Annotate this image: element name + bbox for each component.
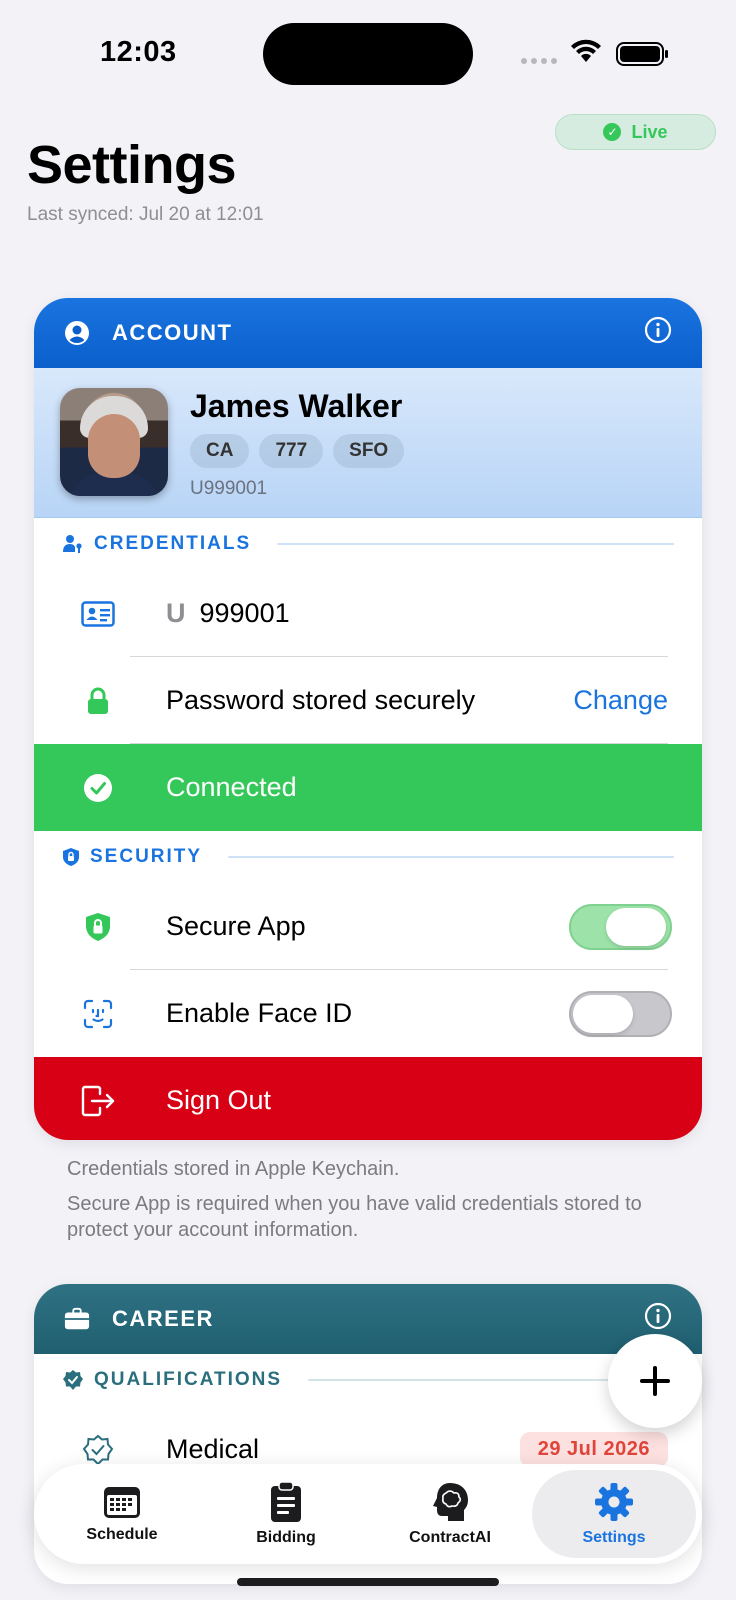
chip-base: SFO	[333, 434, 405, 468]
lock-icon	[70, 687, 126, 715]
verified-outline-icon	[70, 1434, 126, 1466]
status-time: 12:03	[100, 36, 177, 68]
password-status-label: Password stored securely	[166, 685, 476, 715]
medical-label: Medical	[166, 1434, 260, 1464]
chip-role: CA	[190, 434, 250, 468]
tab-schedule[interactable]: Schedule	[40, 1470, 204, 1558]
person-key-icon	[63, 535, 82, 553]
career-header-title: CAREER	[112, 1306, 214, 1331]
secure-app-footnote: Secure App is required when you have val…	[67, 1193, 642, 1241]
tab-contractai-label: ContractAI	[409, 1529, 491, 1546]
briefcase-icon	[64, 1306, 90, 1332]
connected-status-row: Connected	[34, 744, 702, 831]
person-circle-icon	[64, 320, 90, 346]
plus-icon	[640, 1366, 670, 1396]
profile-chips: CA 777 SFO	[190, 434, 405, 468]
id-card-icon	[70, 600, 126, 627]
secure-app-toggle[interactable]	[569, 903, 672, 950]
account-header: ACCOUNT	[34, 298, 702, 368]
connected-label: Connected	[166, 772, 297, 802]
info-icon[interactable]	[644, 316, 672, 350]
shield-lock-icon	[70, 912, 126, 942]
change-password-button[interactable]: Change	[573, 685, 668, 716]
secure-app-label: Secure App	[166, 911, 306, 941]
username-value: 999001	[199, 598, 290, 628]
tab-settings[interactable]: Settings	[532, 1470, 696, 1558]
secure-app-row: Secure App	[34, 883, 702, 970]
security-section-header: SECURITY	[34, 831, 702, 883]
battery-icon	[616, 42, 668, 66]
credentials-section-header: CREDENTIALS	[34, 518, 702, 570]
checkmark-icon: ✓	[603, 123, 622, 141]
tab-bidding-label: Bidding	[256, 1529, 316, 1546]
tab-bar: Schedule Bidding ContractAI Settings	[34, 1464, 702, 1564]
checkmark-circle-icon	[70, 773, 126, 803]
clipboard-icon	[271, 1481, 301, 1522]
shield-lock-icon	[63, 848, 79, 866]
profile-name: James Walker	[190, 388, 403, 424]
verified-badge-icon	[63, 1370, 83, 1390]
section-divider	[228, 856, 674, 858]
avatar	[60, 388, 168, 496]
profile-employee-id: U999001	[190, 478, 268, 499]
face-id-icon	[70, 999, 126, 1029]
chip-aircraft: 777	[259, 434, 324, 468]
tab-contractai[interactable]: ContractAI	[368, 1470, 532, 1558]
qualifications-section-title: QUALIFICATIONS	[94, 1369, 283, 1390]
credentials-section-title: CREDENTIALS	[94, 533, 252, 554]
calendar-icon	[104, 1487, 140, 1518]
info-icon[interactable]	[644, 1302, 672, 1336]
account-card: ACCOUNT James Walker CA 777 SFO U999001 …	[34, 298, 702, 1140]
brain-head-icon	[433, 1483, 468, 1521]
qualifications-section-header: QUALIFICATIONS	[34, 1354, 702, 1406]
username-prefix: U	[166, 598, 186, 628]
security-section-title: SECURITY	[90, 846, 203, 867]
wifi-icon	[571, 39, 601, 62]
face-id-toggle[interactable]	[569, 990, 672, 1037]
password-row: Password stored securely Change	[34, 657, 702, 744]
face-id-label: Enable Face ID	[166, 998, 353, 1028]
face-id-row: Enable Face ID	[34, 970, 702, 1057]
home-indicator	[237, 1578, 499, 1586]
medical-expiry-badge: 29 Jul 2026	[519, 1432, 668, 1467]
tab-settings-label: Settings	[582, 1529, 646, 1546]
account-header-title: ACCOUNT	[112, 320, 233, 345]
section-divider	[277, 543, 674, 545]
profile-section: James Walker CA 777 SFO U999001	[34, 368, 702, 518]
last-synced-text: Last synced: Jul 20 at 12:01	[27, 204, 264, 225]
sign-out-label: Sign Out	[166, 1085, 272, 1115]
keychain-footnote: Credentials stored in Apple Keychain.	[67, 1158, 400, 1180]
sign-out-button[interactable]: Sign Out	[34, 1057, 702, 1140]
live-status-badge: ✓ Live	[555, 114, 716, 150]
add-button[interactable]	[608, 1334, 702, 1428]
tab-bidding[interactable]: Bidding	[204, 1470, 368, 1558]
page-title: Settings	[27, 135, 237, 195]
cellular-signal-icon	[521, 58, 557, 64]
tab-schedule-label: Schedule	[86, 1526, 158, 1543]
gear-icon	[595, 1483, 633, 1521]
dynamic-island	[263, 23, 473, 85]
career-header: CAREER	[34, 1284, 702, 1354]
username-row[interactable]: U 999001	[34, 570, 702, 657]
sign-out-icon	[70, 1085, 126, 1117]
username-field[interactable]: U 999001	[166, 598, 290, 629]
live-label: Live	[631, 121, 668, 142]
